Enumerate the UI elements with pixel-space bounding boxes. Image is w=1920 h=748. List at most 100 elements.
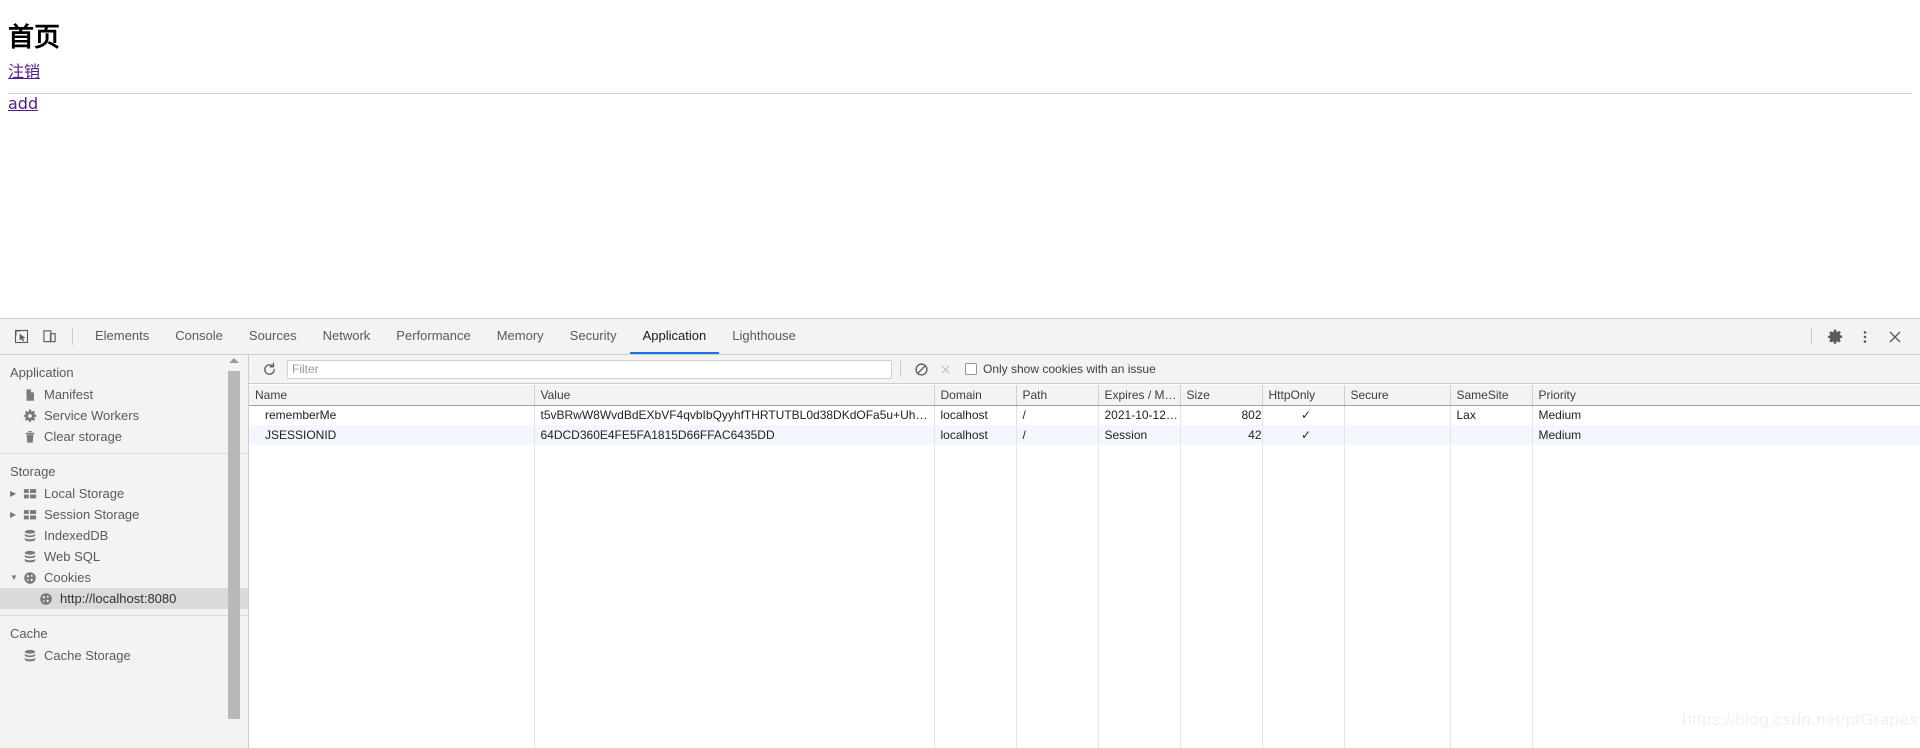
sidebar-item-label: Session Storage xyxy=(44,507,140,522)
cookies-table: Name Value Domain Path Expires / M… Size HttpO… xyxy=(249,385,1920,445)
document-icon xyxy=(22,387,38,403)
table-row[interactable]: rememberMe t5vBRwW8WvdBdEXbVF4qvbIbQyyhfT… xyxy=(249,405,1920,425)
cell-secure xyxy=(1344,425,1451,445)
only-issues-checkbox-row[interactable]: Only show cookies with an issue xyxy=(965,362,1156,376)
cell-size: 802 xyxy=(1180,405,1263,425)
database-icon xyxy=(22,549,38,565)
sidebar-group-application: Application Manifest Service Workers Clear … xyxy=(0,355,248,447)
cookies-table-container[interactable]: Name Value Domain Path Expires / M… Size HttpO… xyxy=(249,385,1920,748)
cookie-filter-input[interactable] xyxy=(287,359,892,379)
cell-httponly: ✓ xyxy=(1262,405,1345,425)
sidebar-item-session-storage[interactable]: ▶ Session Storage xyxy=(0,504,248,525)
cell-httponly: ✓ xyxy=(1262,425,1345,445)
cell-value: 64DCD360E4FE5FA1815D66FFAC6435DD xyxy=(534,425,935,445)
sidebar-scrollbar[interactable] xyxy=(227,356,241,747)
close-icon[interactable] xyxy=(1880,324,1910,350)
tab-sources[interactable]: Sources xyxy=(236,319,310,354)
trash-icon xyxy=(22,429,38,445)
sidebar-item-http-localhost-8080[interactable]: http://localhost:8080 xyxy=(0,588,248,609)
only-issues-checkbox[interactable] xyxy=(965,363,977,375)
grid-line xyxy=(1532,446,1533,748)
devtools-body: Application Manifest Service Workers Clear … xyxy=(0,355,1920,748)
tab-security[interactable]: Security xyxy=(557,319,630,354)
chevron-right-icon[interactable]: ▶ xyxy=(10,510,22,519)
sidebar-item-label: Clear storage xyxy=(44,429,123,444)
column-header-path[interactable]: Path xyxy=(1016,385,1099,406)
column-header-domain[interactable]: Domain xyxy=(934,385,1017,406)
table-header-row[interactable]: Name Value Domain Path Expires / M… Size HttpO… xyxy=(249,385,1920,406)
tab-elements[interactable]: Elements xyxy=(82,319,162,354)
web-page-content: 首页 注销 add xyxy=(0,0,1920,318)
content-divider xyxy=(8,93,1912,94)
gear-icon[interactable] xyxy=(1820,324,1850,350)
devtools-tabbar: Elements Console Sources Network Performance… xyxy=(0,319,1920,355)
sidebar-item-label: Cookies xyxy=(44,570,91,585)
sidebar-item-label: Manifest xyxy=(44,387,94,402)
sidebar-item-indexeddb[interactable]: IndexedDB xyxy=(0,525,248,546)
table-body: rememberMe t5vBRwW8WvdBdEXbVF4qvbIbQyyhfT… xyxy=(249,405,1920,445)
refresh-icon[interactable] xyxy=(257,357,281,381)
clear-all-cookies-icon[interactable] xyxy=(909,357,933,381)
sidebar-item-manifest[interactable]: Manifest xyxy=(0,384,248,405)
sidebar-item-cookies[interactable]: ▼ Cookies xyxy=(0,567,248,588)
cookies-toolbar: Only show cookies with an issue xyxy=(249,355,1920,384)
column-header-value[interactable]: Value xyxy=(534,385,935,406)
logout-link[interactable]: 注销 xyxy=(8,58,40,82)
cell-name: rememberMe xyxy=(249,405,535,425)
sidebar-item-label: IndexedDB xyxy=(44,528,109,543)
sidebar-item-label: Local Storage xyxy=(44,486,125,501)
tab-application[interactable]: Application xyxy=(629,319,720,354)
cell-samesite: Lax xyxy=(1450,405,1533,425)
tab-console[interactable]: Console xyxy=(162,319,236,354)
sidebar-item-cache-storage[interactable]: Cache Storage xyxy=(0,645,248,666)
sidebar-item-label: Web SQL xyxy=(44,549,101,564)
database-icon xyxy=(22,528,38,544)
sidebar-heading: Cache xyxy=(10,626,48,641)
cell-path: / xyxy=(1016,405,1099,425)
tab-lighthouse[interactable]: Lighthouse xyxy=(719,319,809,354)
cell-domain: localhost xyxy=(934,425,1017,445)
cell-domain: localhost xyxy=(934,405,1017,425)
tab-network[interactable]: Network xyxy=(310,319,384,354)
chevron-down-icon[interactable]: ▼ xyxy=(10,573,22,582)
device-toolbar-icon[interactable] xyxy=(35,324,63,350)
scroll-up-arrow-icon[interactable] xyxy=(229,358,239,363)
devtools-window: Elements Console Sources Network Performance… xyxy=(0,318,1920,748)
sidebar-item-web-sql[interactable]: Web SQL xyxy=(0,546,248,567)
column-header-secure[interactable]: Secure xyxy=(1344,385,1451,406)
sidebar-item-clear-storage[interactable]: Clear storage xyxy=(0,426,248,447)
cell-name: JSESSIONID xyxy=(249,425,535,445)
sidebar-item-local-storage[interactable]: ▶ Local Storage xyxy=(0,483,248,504)
inspect-element-icon[interactable] xyxy=(7,324,35,350)
column-header-size[interactable]: Size xyxy=(1180,385,1263,406)
gear-icon xyxy=(22,408,38,424)
scrollbar-thumb[interactable] xyxy=(228,371,240,719)
column-header-expires-m[interactable]: Expires / M… xyxy=(1098,385,1181,406)
sidebar-item-service-workers[interactable]: Service Workers xyxy=(0,405,248,426)
delete-cookie-icon[interactable] xyxy=(933,357,957,381)
column-header-samesite[interactable]: SameSite xyxy=(1450,385,1533,406)
cell-secure xyxy=(1344,405,1451,425)
cell-samesite xyxy=(1450,425,1533,445)
only-issues-label: Only show cookies with an issue xyxy=(983,362,1156,376)
chevron-right-icon[interactable]: ▶ xyxy=(10,489,22,498)
column-header-name[interactable]: Name xyxy=(249,385,535,406)
column-header-priority[interactable]: Priority xyxy=(1532,385,1920,406)
sidebar-item-label: http://localhost:8080 xyxy=(60,591,177,606)
grid-line xyxy=(1098,446,1099,748)
grid-line xyxy=(1344,446,1345,748)
cookie-icon xyxy=(38,591,54,607)
table-row[interactable]: JSESSIONID 64DCD360E4FE5FA1815D66FFAC6435… xyxy=(249,425,1920,445)
cell-size: 42 xyxy=(1180,425,1263,445)
cookies-toolbar-divider xyxy=(900,361,901,377)
grid-line xyxy=(1262,446,1263,748)
add-link[interactable]: add xyxy=(8,94,38,113)
kebab-menu-icon[interactable] xyxy=(1850,324,1880,350)
sidebar-group-storage: Storage ▶ Local Storage ▶ Session Storage Ind… xyxy=(0,453,248,609)
tab-memory[interactable]: Memory xyxy=(484,319,557,354)
column-header-httponly[interactable]: HttpOnly xyxy=(1262,385,1345,406)
sidebar-heading: Storage xyxy=(10,464,56,479)
grid-line xyxy=(934,446,935,748)
cookies-panel: Only show cookies with an issue NameValu… xyxy=(249,355,1920,748)
tab-performance[interactable]: Performance xyxy=(383,319,483,354)
